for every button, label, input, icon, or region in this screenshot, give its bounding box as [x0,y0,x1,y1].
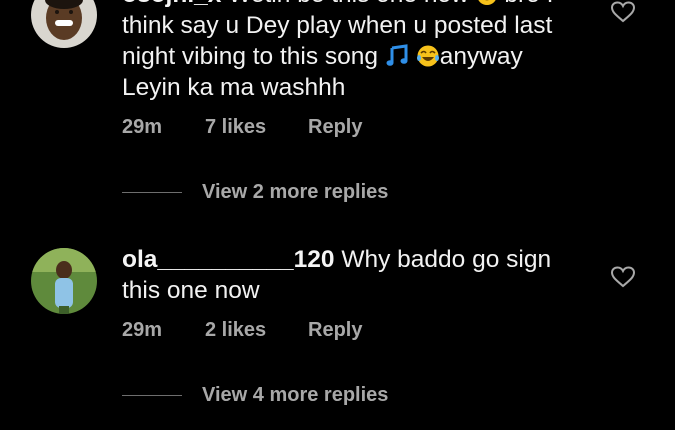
comment-text-line: night vibing to this song [122,43,385,70]
comment-time: 29m [122,318,163,341]
replies-divider [122,191,182,193]
view-more-replies-button[interactable]: View 2 more replies [122,178,388,206]
comment-username[interactable]: osojhi_x [122,0,221,8]
reply-button[interactable]: Reply [308,319,362,342]
comment-text-line: Leyin ka ma washhh [122,74,346,101]
comment-text-line: Why baddo go sign [334,246,552,273]
comment-likes[interactable]: 7 likes [205,116,308,139]
view-more-replies-label: View 2 more replies [202,180,389,203]
replies-divider [122,394,182,396]
heart-outline-icon[interactable] [610,0,636,24]
comment-meta: 29m 7 likes Reply [122,113,362,141]
comment-text: osojhi_x Wetin be this one now bro I thi… [122,0,592,103]
avatar[interactable] [31,0,97,48]
comment-text-line: this one now [122,277,260,304]
tears-of-joy-emoji [416,44,440,76]
music-note-emoji [385,44,409,76]
avatar-woman-outdoors-icon [31,248,97,314]
avatar-smiling-man-icon [31,0,97,48]
comment-meta: 29m 2 likes Reply [122,316,362,344]
view-more-replies-label: View 4 more replies [202,383,389,406]
heart-outline-icon[interactable] [610,265,636,289]
view-more-replies-button[interactable]: View 4 more replies [122,381,388,409]
reply-button[interactable]: Reply [308,116,362,139]
comment-text: ola__________120 Why baddo go sign this … [122,244,592,306]
comment-username[interactable]: ola__________120 [122,246,335,273]
comment-text-line: think say u Dey play when u posted last [122,12,553,39]
comment-time: 29m [122,115,163,138]
comment-text-line: anyway [439,43,523,70]
comment-text-line: bro I [498,0,553,8]
comment-likes[interactable]: 2 likes [205,319,308,342]
avatar[interactable] [31,248,97,314]
comment-text-line: Wetin be this one now [221,0,469,8]
